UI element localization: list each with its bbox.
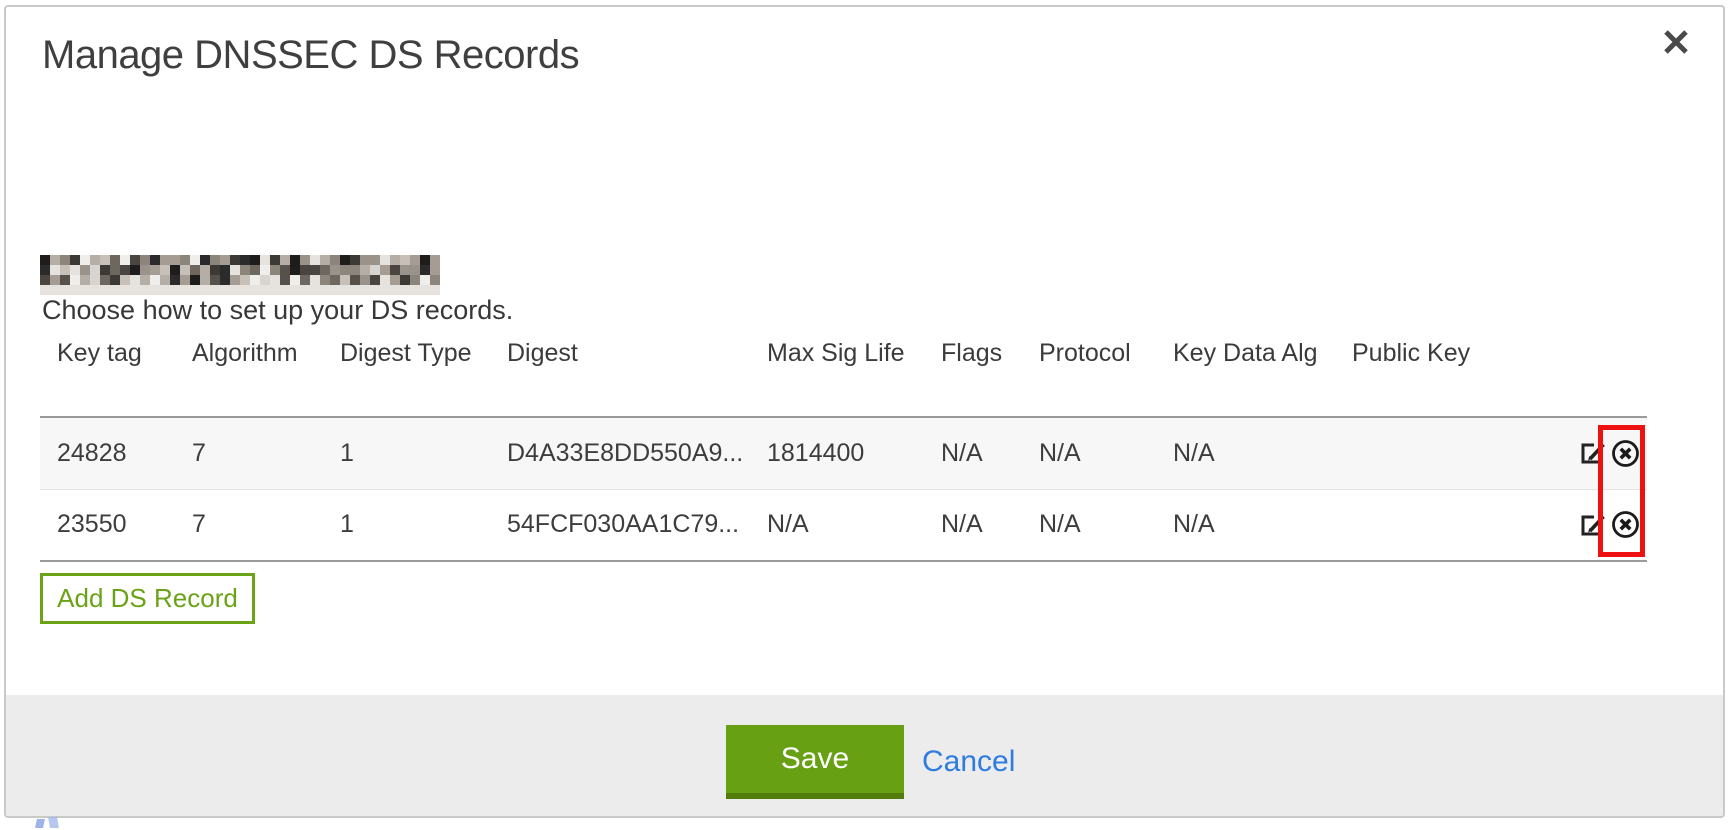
cell-digest-type: 1 <box>323 489 490 561</box>
col-header-max-sig-life: Max Sig Life <box>750 333 924 417</box>
row-actions <box>1545 417 1647 489</box>
row-actions <box>1545 489 1647 561</box>
cell-protocol: N/A <box>1022 417 1156 489</box>
cell-flags: N/A <box>924 417 1022 489</box>
cell-public-key <box>1335 489 1545 561</box>
cell-key-tag: 24828 <box>40 417 175 489</box>
dialog-title: Manage DNSSEC DS Records <box>42 33 579 78</box>
table-row: 23550 7 1 54FCF030AA1C79... N/A N/A N/A … <box>40 489 1647 561</box>
edit-record-button[interactable] <box>1579 511 1607 539</box>
cell-key-tag: 23550 <box>40 489 175 561</box>
cell-max-sig-life: 1814400 <box>750 417 924 489</box>
cell-algorithm: 7 <box>175 417 323 489</box>
dialog-footer: Save Cancel <box>6 695 1723 816</box>
delete-record-button[interactable] <box>1610 438 1641 469</box>
cell-max-sig-life: N/A <box>750 489 924 561</box>
close-button[interactable] <box>1659 25 1693 59</box>
col-header-digest: Digest <box>490 333 750 417</box>
pencil-square-icon <box>1579 439 1607 467</box>
redacted-domain-name <box>40 255 440 295</box>
table-row: 24828 7 1 D4A33E8DD550A9... 1814400 N/A … <box>40 417 1647 489</box>
delete-record-button[interactable] <box>1610 509 1641 540</box>
add-ds-record-button[interactable]: Add DS Record <box>40 573 255 624</box>
col-header-algorithm: Algorithm <box>175 333 323 417</box>
save-button[interactable]: Save <box>726 725 904 799</box>
close-icon <box>1662 28 1690 56</box>
cell-flags: N/A <box>924 489 1022 561</box>
col-header-actions <box>1545 333 1647 417</box>
cell-algorithm: 7 <box>175 489 323 561</box>
col-header-digest-type: Digest Type <box>323 333 490 417</box>
col-header-key-data-alg: Key Data Alg <box>1156 333 1335 417</box>
circle-x-icon <box>1610 509 1641 540</box>
manage-dnssec-dialog: Manage DNSSEC DS Records Choose how to s… <box>4 5 1725 818</box>
col-header-public-key: Public Key <box>1335 333 1545 417</box>
cell-key-data-alg: N/A <box>1156 417 1335 489</box>
cell-protocol: N/A <box>1022 489 1156 561</box>
cell-public-key <box>1335 417 1545 489</box>
edit-record-button[interactable] <box>1579 439 1607 467</box>
cell-key-data-alg: N/A <box>1156 489 1335 561</box>
cell-digest: D4A33E8DD550A9... <box>490 417 750 489</box>
col-header-flags: Flags <box>924 333 1022 417</box>
cell-digest: 54FCF030AA1C79... <box>490 489 750 561</box>
col-header-protocol: Protocol <box>1022 333 1156 417</box>
cancel-link[interactable]: Cancel <box>922 735 1015 789</box>
pencil-square-icon <box>1579 511 1607 539</box>
page-background-artifact <box>36 817 60 828</box>
table-header-row: Key tag Algorithm Digest Type Digest Max… <box>40 333 1647 417</box>
ds-records-table: Key tag Algorithm Digest Type Digest Max… <box>40 333 1647 562</box>
col-header-key-tag: Key tag <box>40 333 175 417</box>
circle-x-icon <box>1610 438 1641 469</box>
cell-digest-type: 1 <box>323 417 490 489</box>
dialog-subtitle: Choose how to set up your DS records. <box>42 295 513 326</box>
